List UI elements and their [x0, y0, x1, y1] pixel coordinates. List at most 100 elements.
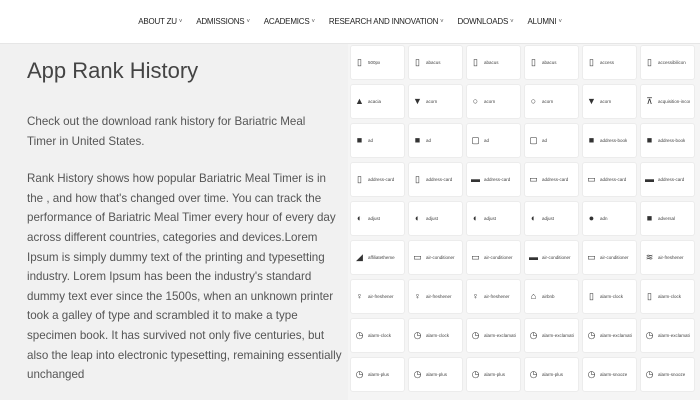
icon-tile-label: acquisition-incorporated: [658, 99, 690, 104]
icon-tile[interactable]: ◷ alarm-snooze: [582, 357, 637, 392]
icon-tile[interactable]: ▭ air-conditioner: [408, 240, 463, 275]
icon-tile-label: address-card: [542, 177, 569, 182]
icon-tile-label: alarm-clock: [658, 294, 682, 299]
icon-tile[interactable]: ▯ address-card: [350, 162, 405, 197]
icon-tile[interactable]: ▢ ad: [466, 123, 521, 158]
icon-tile[interactable]: ◐ adjust: [350, 201, 405, 236]
content-panel: App Rank History Check out the download …: [0, 44, 348, 400]
icon-tile[interactable]: ▭ air-conditioner: [466, 240, 521, 275]
icon-tile[interactable]: ■ ad: [350, 123, 405, 158]
alarm-exclamation-icon: ◷: [471, 330, 480, 340]
nav-item-alumni[interactable]: ALUMNI ˅: [527, 17, 562, 26]
nav-item-downloads[interactable]: DOWNLOADS ˅: [457, 17, 513, 26]
icon-tile[interactable]: ■ ad: [408, 123, 463, 158]
icon-tile[interactable]: ▬ address-card: [466, 162, 521, 197]
icon-tile[interactable]: ⌂ airbnb: [524, 279, 579, 314]
icon-tile[interactable]: ◷ alarm-clock: [408, 318, 463, 353]
alarm-snooze-icon: ◷: [587, 369, 596, 379]
air-conditioner-icon: ▭: [587, 252, 596, 262]
icon-tile-label: acacia: [368, 99, 382, 104]
icon-tile[interactable]: ▭ address-card: [582, 162, 637, 197]
nav-item-label: DOWNLOADS: [457, 17, 509, 26]
nav-item-about-zu[interactable]: ABOUT ZU ˅: [138, 17, 182, 26]
icon-tile-label: ad: [542, 138, 548, 143]
icon-tile[interactable]: ▼ acorn: [408, 84, 463, 119]
air-conditioner-icon: ▭: [413, 252, 422, 262]
icon-tile-label: abacus: [542, 60, 557, 65]
icon-tile-label: alarm-clock: [600, 294, 624, 299]
access-icon: ▯: [589, 57, 594, 67]
icon-tile-label: air-freshener: [368, 294, 394, 299]
icon-tile[interactable]: ▯ alarm-clock: [640, 279, 695, 314]
chevron-down-icon: ˅: [558, 18, 562, 25]
icon-tile[interactable]: ◷ alarm-plus: [408, 357, 463, 392]
icon-tile-label: adn: [600, 216, 608, 221]
icon-tile[interactable]: ▢ ad: [524, 123, 579, 158]
icon-tile[interactable]: ▭ address-card: [524, 162, 579, 197]
icon-tile[interactable]: ▯ abacus: [524, 45, 579, 80]
icon-tile[interactable]: ◐ adjust: [524, 201, 579, 236]
icon-tile[interactable]: ▲ acacia: [350, 84, 405, 119]
icon-tile[interactable]: ◐ adjust: [466, 201, 521, 236]
icon-tile-label: air-freshener: [484, 294, 510, 299]
icon-grid: ▯ 500px ▯ abacus ▯ abacus ▯ abacus ▯ access ▯ acces…: [350, 45, 695, 392]
chevron-down-icon: ˅: [311, 18, 316, 25]
icon-tile[interactable]: ◢ affiliatetheme: [350, 240, 405, 275]
icon-tile[interactable]: ≋ air-freshener: [640, 240, 695, 275]
icon-tile[interactable]: ○ acorn: [466, 84, 521, 119]
icon-tile[interactable]: ◷ alarm-exclamation: [524, 318, 579, 353]
icon-tile[interactable]: ▯ abacus: [408, 45, 463, 80]
chevron-down-icon: ˅: [440, 18, 444, 25]
address-card-icon: ▬: [645, 174, 654, 184]
icon-tile[interactable]: ▯ access: [582, 45, 637, 80]
nav-item-admissions[interactable]: ADMISSIONS ˅: [196, 17, 250, 26]
icon-tile[interactable]: ♀ air-freshener: [408, 279, 463, 314]
icon-tile[interactable]: ◷ alarm-plus: [524, 357, 579, 392]
icon-tile[interactable]: ◐ adjust: [408, 201, 463, 236]
icon-tile[interactable]: ○ acorn: [524, 84, 579, 119]
icon-tile[interactable]: ■ adversal: [640, 201, 695, 236]
icon-tile-label: acorn: [426, 99, 438, 104]
icon-tile-label: address-card: [600, 177, 627, 182]
icon-tile-label: alarm-exclamation: [484, 333, 516, 338]
nav-item-label: ACADEMICS: [263, 17, 310, 26]
icon-tile[interactable]: ⊼ acquisition-incorporated: [640, 84, 695, 119]
icon-tile-label: 500px: [368, 60, 381, 65]
nav-item-research-and-innovation[interactable]: RESEARCH AND INNOVATION ˅: [329, 17, 444, 26]
icon-tile[interactable]: ■ address-book: [640, 123, 695, 158]
icon-tile[interactable]: ♀ air-freshener: [466, 279, 521, 314]
page-title: App Rank History: [27, 58, 199, 83]
chevron-down-icon: ˅: [246, 18, 250, 25]
description-paragraph: Rank History shows how popular Bariatric…: [27, 172, 342, 382]
nav-item-label: RESEARCH AND INNOVATION: [328, 17, 439, 26]
adjust-icon: ◐: [414, 213, 421, 223]
icon-tile[interactable]: ● adn: [582, 201, 637, 236]
nav-item-academics[interactable]: ACADEMICS ˅: [264, 17, 315, 26]
icon-tile[interactable]: ▭ air-conditioner: [582, 240, 637, 275]
abacus-icon: ▯: [473, 57, 478, 67]
alarm-plus-icon: ◷: [413, 369, 422, 379]
icon-tile[interactable]: ◷ alarm-exclamation: [466, 318, 521, 353]
icon-tile[interactable]: ▯ 500px: [350, 45, 405, 80]
icon-tile-label: address-book: [600, 138, 628, 143]
icon-tile[interactable]: ♀ air-freshener: [350, 279, 405, 314]
icon-tile[interactable]: ◷ alarm-exclamation: [582, 318, 637, 353]
icon-tile-label: adjust: [484, 216, 497, 221]
icon-tile-label: alarm-clock: [426, 333, 450, 338]
icon-tile[interactable]: ◷ alarm-plus: [466, 357, 521, 392]
alarm-clock-icon: ◷: [355, 330, 364, 340]
icon-tile[interactable]: ▯ address-card: [408, 162, 463, 197]
icon-tile[interactable]: ◷ alarm-snooze: [640, 357, 695, 392]
icon-tile[interactable]: ▬ air-conditioner: [524, 240, 579, 275]
icon-tile[interactable]: ▼ acorn: [582, 84, 637, 119]
icon-tile[interactable]: ▯ abacus: [466, 45, 521, 80]
address-card-icon: ▯: [357, 174, 362, 184]
icon-tile[interactable]: ◷ alarm-exclamation: [640, 318, 695, 353]
icon-tile[interactable]: ◷ alarm-clock: [350, 318, 405, 353]
icon-tile[interactable]: ▬ address-card: [640, 162, 695, 197]
icon-tile[interactable]: ▯ accessibilicon: [640, 45, 695, 80]
icon-tile[interactable]: ▯ alarm-clock: [582, 279, 637, 314]
icon-tile-label: alarm-clock: [368, 333, 392, 338]
icon-tile[interactable]: ◷ alarm-plus: [350, 357, 405, 392]
icon-tile[interactable]: ■ address-book: [582, 123, 637, 158]
